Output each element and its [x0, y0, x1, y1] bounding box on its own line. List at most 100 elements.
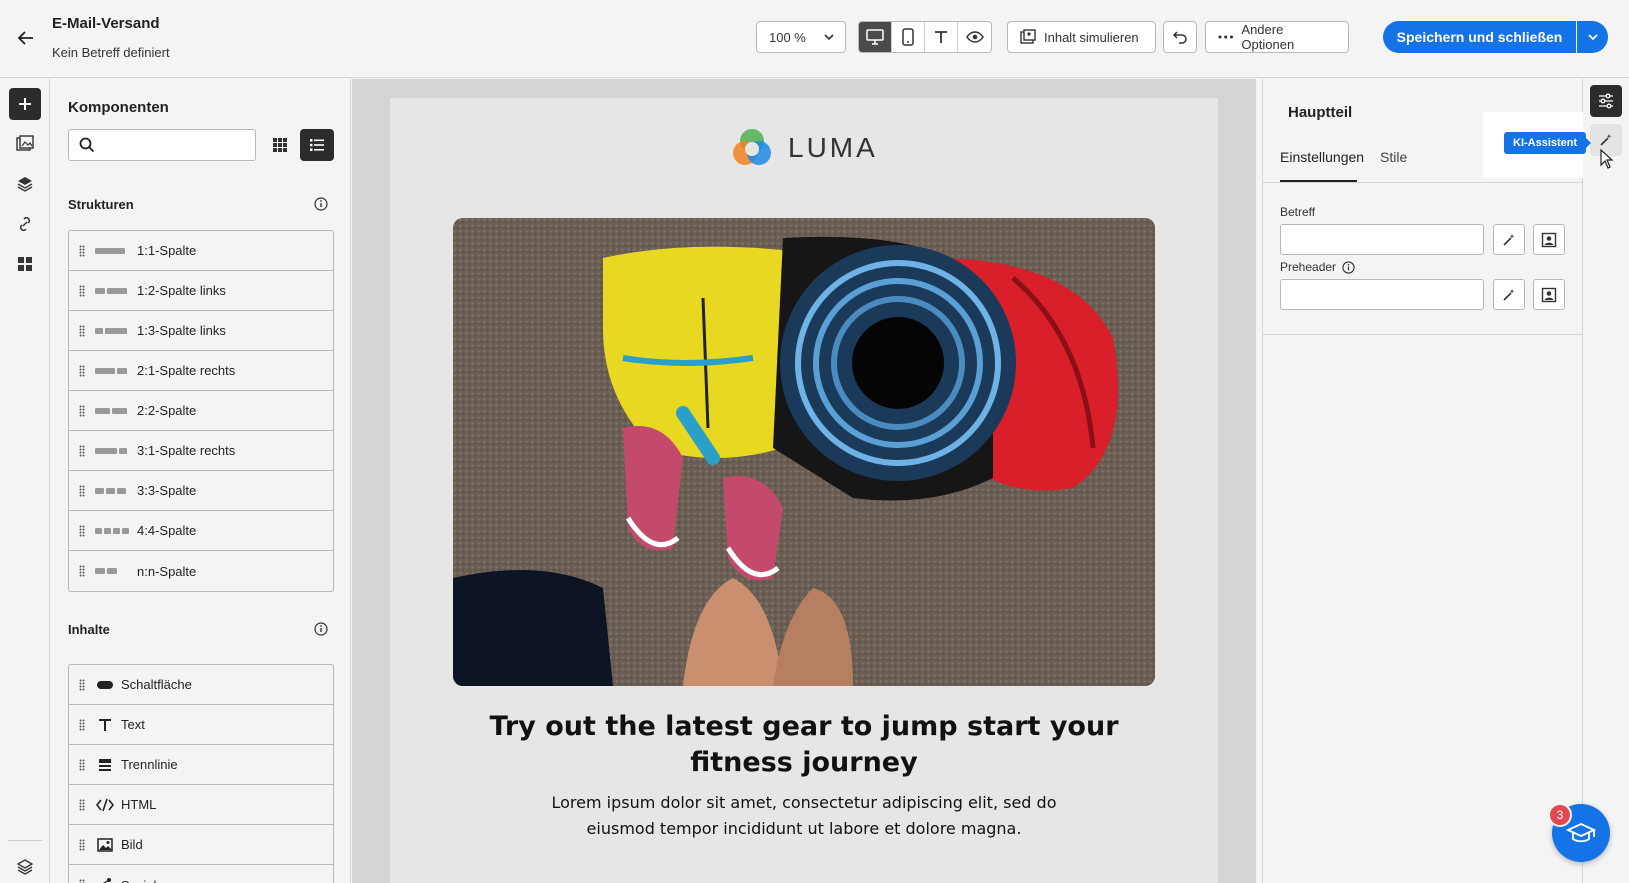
drag-handle-icon[interactable]: [69, 799, 95, 811]
structure-item[interactable]: 4:4-Spalte: [69, 511, 333, 551]
structure-item[interactable]: 3:1-Spalte rechts: [69, 431, 333, 471]
chevron-down-icon: [824, 34, 834, 41]
content-label: Trennlinie: [121, 757, 178, 772]
column-layout-icon: [95, 527, 129, 534]
links-button[interactable]: [9, 208, 41, 240]
grid-view-toggle[interactable]: [264, 129, 296, 161]
zoom-select[interactable]: 100 %: [756, 21, 846, 53]
column-bar: [95, 247, 125, 254]
personalize-icon: [1541, 232, 1557, 247]
drag-handle-icon[interactable]: [69, 879, 95, 883]
tab-styles[interactable]: Stile: [1380, 149, 1407, 165]
info-icon[interactable]: [314, 197, 328, 211]
structure-item[interactable]: 2:1-Spalte rechts: [69, 351, 333, 391]
button-icon: [95, 675, 115, 695]
drag-handle-icon[interactable]: [69, 245, 95, 257]
structure-item[interactable]: 1:3-Spalte links: [69, 311, 333, 351]
settings-stack-button[interactable]: [9, 851, 41, 883]
drag-handle-icon[interactable]: [69, 325, 95, 337]
content-item[interactable]: Trennlinie: [69, 745, 333, 785]
drag-handle-icon[interactable]: [69, 719, 95, 731]
personalize-icon: [1541, 287, 1557, 302]
preheader-field[interactable]: [1280, 279, 1484, 310]
info-icon[interactable]: [314, 622, 328, 636]
subject-personalize-button[interactable]: [1533, 224, 1565, 255]
simulate-content-button[interactable]: Inhalt simulieren: [1007, 21, 1156, 53]
drag-handle-icon[interactable]: [69, 485, 95, 497]
email-body-text[interactable]: Lorem ipsum dolor sit amet, consectetur …: [540, 790, 1068, 842]
drag-handle-icon[interactable]: [69, 525, 95, 537]
structure-item[interactable]: n:n-Spalte: [69, 551, 333, 591]
preview-button[interactable]: [958, 22, 991, 52]
drag-handle-icon[interactable]: [69, 365, 95, 377]
subject-field[interactable]: [1280, 224, 1484, 255]
structure-label: 1:3-Spalte links: [137, 323, 226, 338]
drag-handle-icon[interactable]: [69, 285, 95, 297]
info-icon[interactable]: [1342, 260, 1355, 274]
magic-wand-icon: [1503, 233, 1515, 246]
content-item[interactable]: Social: [69, 865, 333, 883]
desktop-view-button[interactable]: [859, 22, 892, 52]
drag-handle-icon[interactable]: [69, 405, 95, 417]
drag-handle-icon[interactable]: [69, 445, 95, 457]
save-options-dropdown[interactable]: [1577, 21, 1608, 53]
structure-item[interactable]: 1:2-Spalte links: [69, 271, 333, 311]
column-bar: [95, 568, 105, 574]
fragments-button[interactable]: [9, 248, 41, 280]
arrow-left-icon: [17, 31, 33, 45]
magic-wand-icon: [1600, 134, 1612, 146]
subject-ai-button[interactable]: [1493, 224, 1525, 255]
structure-item[interactable]: 1:1-Spalte: [69, 231, 333, 271]
hero-image[interactable]: [453, 218, 1155, 686]
column-bar: [105, 327, 127, 334]
structure-label: 1:1-Spalte: [137, 243, 197, 258]
content-item[interactable]: Schaltfläche: [69, 665, 333, 705]
column-layout-icon: [95, 568, 129, 574]
left-rail: [0, 79, 50, 883]
search-input[interactable]: [103, 137, 253, 153]
column-bar: [104, 527, 111, 534]
hero-photo: [453, 218, 1155, 686]
sliders-icon: [1599, 93, 1613, 109]
column-bar: [95, 327, 103, 334]
structure-item[interactable]: 2:2-Spalte: [69, 391, 333, 431]
more-icon: [1218, 35, 1234, 39]
rail-divider: [8, 840, 42, 841]
preheader-personalize-button[interactable]: [1533, 279, 1565, 310]
drag-handle-icon[interactable]: [69, 839, 95, 851]
drag-handle-icon[interactable]: [69, 679, 95, 691]
properties-divider: [1263, 334, 1583, 335]
back-button[interactable]: [14, 26, 38, 50]
properties-toggle-button[interactable]: [1590, 85, 1622, 117]
column-layout-icon: [95, 487, 129, 494]
more-options-button[interactable]: Andere Optionen: [1205, 21, 1349, 53]
undo-button[interactable]: [1163, 21, 1197, 53]
luma-logo[interactable]: LUMA: [730, 126, 878, 170]
components-search[interactable]: [68, 129, 256, 161]
structure-item[interactable]: 3:3-Spalte: [69, 471, 333, 511]
save-and-close-button[interactable]: Speichern und schließen: [1383, 21, 1576, 53]
list-view-toggle[interactable]: [300, 129, 334, 161]
structures-heading: Strukturen: [68, 197, 134, 212]
content-item[interactable]: Text: [69, 705, 333, 745]
column-bar: [119, 447, 127, 454]
add-components-button[interactable]: [9, 88, 41, 120]
structures-list: 1:1-Spalte 1:2-Spalte links 1:3-Spalte lin…: [68, 230, 334, 592]
structure-label: 2:1-Spalte rechts: [137, 363, 236, 378]
text-view-button[interactable]: [925, 22, 958, 52]
drag-handle-icon[interactable]: [69, 759, 95, 771]
zoom-value: 100 %: [769, 29, 806, 45]
content-item[interactable]: Bild: [69, 825, 333, 865]
content-item[interactable]: HTML: [69, 785, 333, 825]
right-rail: [1584, 79, 1629, 883]
email-body[interactable]: LUMA Try out the latest gear to jump sta…: [390, 98, 1218, 883]
email-headline[interactable]: Try out the latest gear to jump start yo…: [450, 709, 1158, 781]
mobile-view-button[interactable]: [892, 22, 925, 52]
tab-settings[interactable]: Einstellungen: [1280, 149, 1364, 165]
assets-button[interactable]: [9, 128, 41, 160]
assets-icon: [16, 135, 34, 151]
preheader-ai-button[interactable]: [1493, 279, 1525, 310]
layers-button[interactable]: [9, 168, 41, 200]
drag-handle-icon[interactable]: [69, 565, 95, 577]
active-tab-indicator: [1280, 180, 1357, 182]
